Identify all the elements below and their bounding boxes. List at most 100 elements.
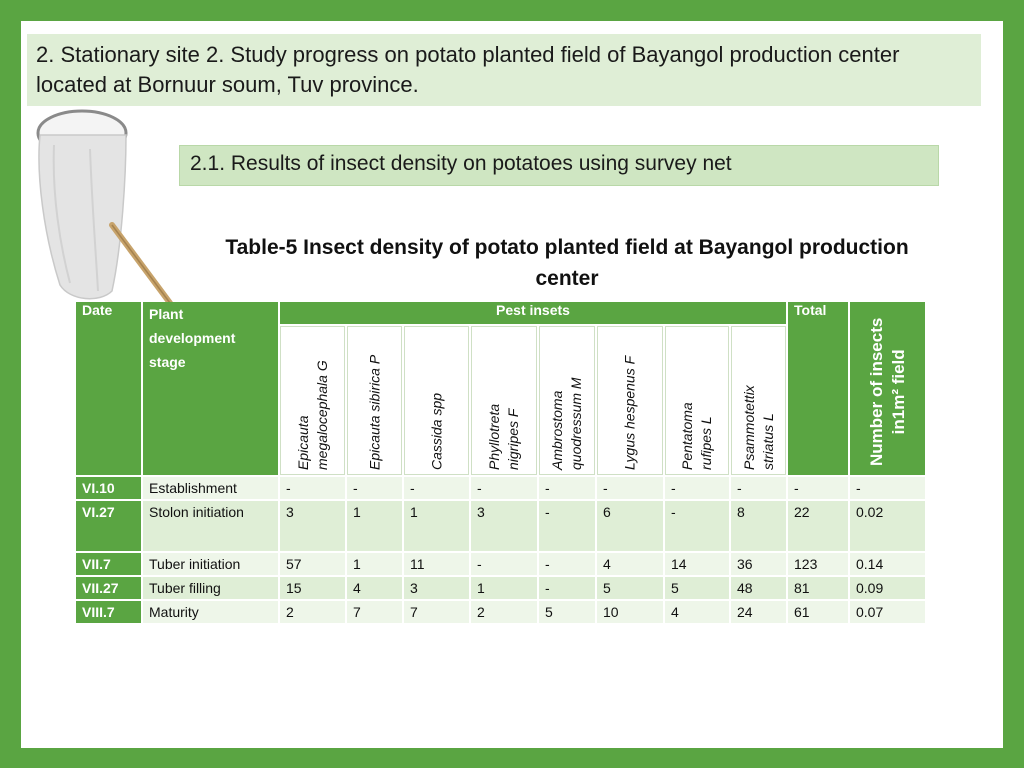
total-cell: 22 <box>788 501 848 551</box>
date-cell: VII.27 <box>76 577 141 599</box>
value-cell: 3 <box>404 577 469 599</box>
density-header: Number of insects in1m² field <box>850 302 925 475</box>
date-cell: VIII.7 <box>76 601 141 623</box>
value-cell: - <box>665 501 729 551</box>
value-cell: 1 <box>404 501 469 551</box>
date-cell: VII.7 <box>76 553 141 575</box>
value-cell: 14 <box>665 553 729 575</box>
value-cell: - <box>539 501 595 551</box>
value-cell: 4 <box>665 601 729 623</box>
total-cell: 81 <box>788 577 848 599</box>
pest-name-line2: nigripes F <box>505 408 521 470</box>
pest-name-line1: Epicauta <box>294 415 311 470</box>
pest-name-line1: Pentatoma <box>679 402 695 470</box>
value-cell: - <box>539 477 595 499</box>
date-cell: VI.27 <box>76 501 141 551</box>
value-cell: 3 <box>280 501 345 551</box>
value-cell: 7 <box>404 601 469 623</box>
value-cell: 7 <box>347 601 402 623</box>
table-row: VII.27 Tuber filling 15 4 3 1-5 5 48 81 0.09 <box>76 577 925 599</box>
stage-cell: Stolon initiation <box>143 501 278 551</box>
table-body: VI.10 Establishment - - - - - - - - - - VI.27 Stolon … <box>76 477 925 623</box>
date-header: Date <box>76 302 141 475</box>
table-row: VI.27 Stolon initiation 3 1 1 3-6-8 22 0.02 <box>76 501 925 551</box>
pest-name-line1: Lygus hespenus F <box>621 355 638 470</box>
value-cell: - <box>539 553 595 575</box>
survey-net-image <box>36 109 173 305</box>
pest-header: Pentatoma rufipes L <box>665 326 729 475</box>
stage-cell: Maturity <box>143 601 278 623</box>
slide-title-box: 2. Stationary site 2. Study progress on … <box>27 34 981 106</box>
total-cell: - <box>788 477 848 499</box>
value-cell: - <box>539 577 595 599</box>
value-cell: - <box>471 553 537 575</box>
value-cell: 1 <box>471 577 537 599</box>
total-cell: 61 <box>788 601 848 623</box>
value-cell: - <box>597 477 663 499</box>
value-cell: - <box>404 477 469 499</box>
pest-header: Psammotettix striatus L <box>731 326 786 475</box>
density-header-line2: in1m² field <box>888 349 908 435</box>
value-cell: 5 <box>539 601 595 623</box>
subtitle: 2.1. Results of insect density on potato… <box>190 152 732 175</box>
value-cell: - <box>471 477 537 499</box>
stage-cell: Establishment <box>143 477 278 499</box>
table-row: VI.10 Establishment - - - - - - - - - - <box>76 477 925 499</box>
table-row: VIII.7 Maturity 2 7 7 2 5 10 4 24 61 0.07 <box>76 601 925 623</box>
density-cell: 0.09 <box>850 577 925 599</box>
subtitle-box: 2.1. Results of insect density on potato… <box>179 145 939 186</box>
value-cell: 48 <box>731 577 786 599</box>
stage-cell: Tuber filling <box>143 577 278 599</box>
pest-name-line2: rufipes L <box>698 416 714 470</box>
pest-name-line1: Cassida spp <box>428 392 444 470</box>
pest-header: Cassida spp <box>404 326 469 475</box>
pest-name-line1: Psammotettix <box>740 385 757 470</box>
density-cell: - <box>850 477 925 499</box>
value-cell: - <box>347 477 402 499</box>
value-cell: 3 <box>471 501 537 551</box>
value-cell: 2 <box>280 601 345 623</box>
pest-header: Lygus hespenus F <box>597 326 663 475</box>
stage-cell: Tuber initiation <box>143 553 278 575</box>
pest-name-line2: megalocephala G <box>313 360 330 470</box>
pest-header: Epicauta megalocephala G <box>280 326 345 475</box>
value-cell: 36 <box>731 553 786 575</box>
value-cell: 15 <box>280 577 345 599</box>
insect-density-table: Date Plant development stage Pest insets… <box>74 300 927 625</box>
stage-header: Plant development stage <box>143 302 278 475</box>
table-row: VII.7 Tuber initiation 57 1 11- -4 14 36 123 0.14 <box>76 553 925 575</box>
pest-insets-header: Pest insets <box>280 302 786 324</box>
table-title: Table-5 Insect density of potato planted… <box>225 236 909 290</box>
value-cell: - <box>280 477 345 499</box>
value-cell: 6 <box>597 501 663 551</box>
total-cell: 123 <box>788 553 848 575</box>
value-cell: 57 <box>280 553 345 575</box>
pest-header: Ambrostoma quodressum M <box>539 326 595 475</box>
value-cell: - <box>731 477 786 499</box>
pest-name-line1: Epicauta sibirica P <box>366 354 382 470</box>
value-cell: 1 <box>347 553 402 575</box>
pest-name-line1: Phyllotreta <box>486 403 502 470</box>
density-header-line1: Number of insects <box>866 317 886 466</box>
total-header: Total <box>788 302 848 475</box>
value-cell: 4 <box>597 553 663 575</box>
value-cell: - <box>665 477 729 499</box>
pest-name-line2: quodressum M <box>568 377 584 470</box>
value-cell: 2 <box>471 601 537 623</box>
value-cell: 24 <box>731 601 786 623</box>
value-cell: 11 <box>404 553 469 575</box>
pest-header: Phyllotreta nigripes F <box>471 326 537 475</box>
pest-name-line1: Ambrostoma <box>549 390 565 470</box>
density-cell: 0.02 <box>850 501 925 551</box>
value-cell: 5 <box>665 577 729 599</box>
density-cell: 0.14 <box>850 553 925 575</box>
value-cell: 10 <box>597 601 663 623</box>
value-cell: 1 <box>347 501 402 551</box>
value-cell: 8 <box>731 501 786 551</box>
slide-title: 2. Stationary site 2. Study progress on … <box>36 42 900 97</box>
date-cell: VI.10 <box>76 477 141 499</box>
value-cell: 4 <box>347 577 402 599</box>
value-cell: 5 <box>597 577 663 599</box>
density-cell: 0.07 <box>850 601 925 623</box>
pest-header: Epicauta sibirica P <box>347 326 402 475</box>
